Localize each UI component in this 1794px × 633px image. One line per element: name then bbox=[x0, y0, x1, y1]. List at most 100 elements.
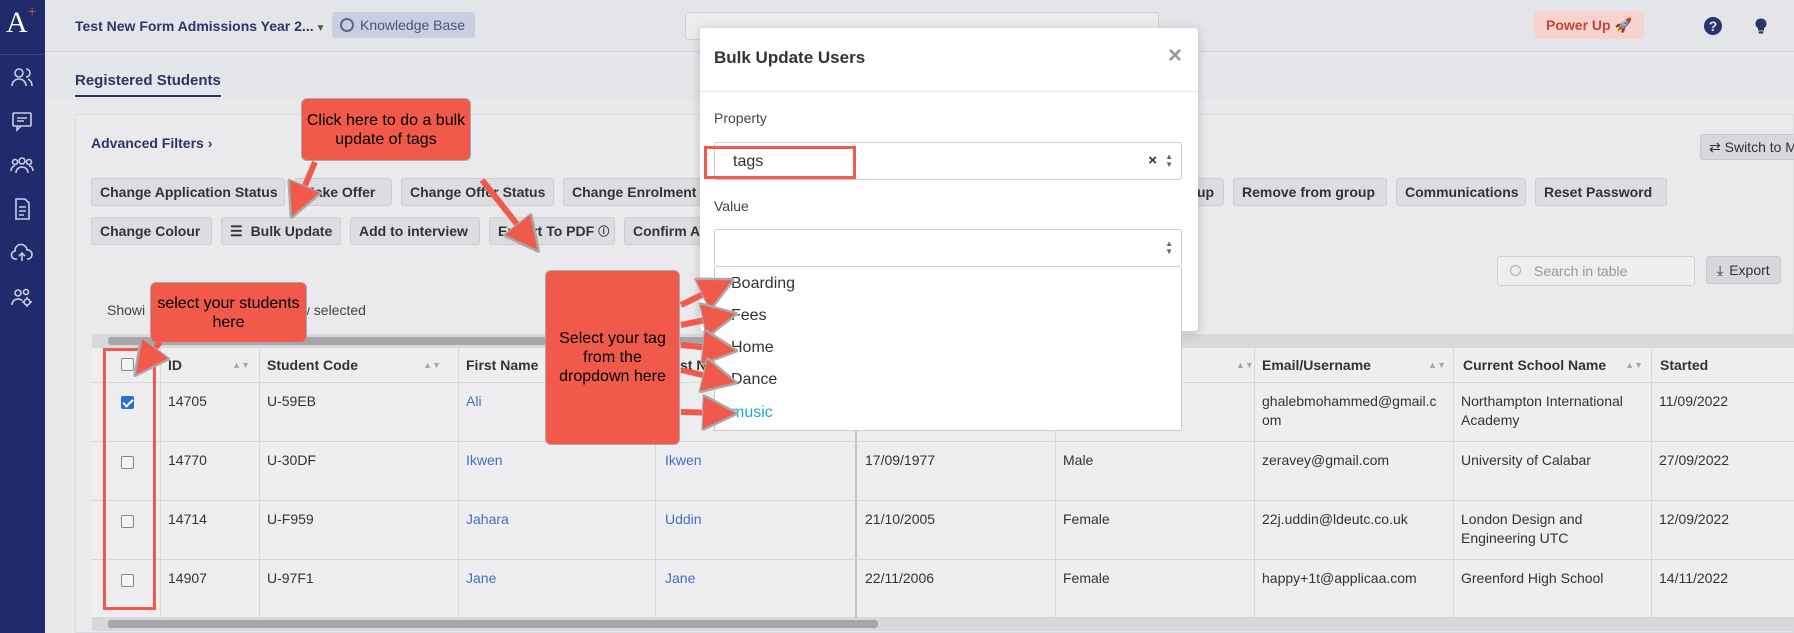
cell-email: zeravey@gmail.com bbox=[1262, 452, 1390, 468]
sidebar-divider bbox=[0, 54, 45, 55]
dropdown-option-fees[interactable]: Fees bbox=[731, 307, 767, 325]
cell-last-name[interactable]: Uddin bbox=[657, 510, 702, 529]
select-arrows-icon: ▲ ▼ bbox=[1165, 152, 1173, 169]
help-glyph: ? bbox=[1708, 18, 1718, 34]
form-selector[interactable]: Test New Form Admissions Year 2... ▼ bbox=[75, 18, 326, 34]
cell-gender: Male bbox=[1063, 452, 1094, 468]
change-offer-status-button[interactable]: Change Offer Status bbox=[401, 178, 554, 206]
help-icon[interactable]: ? bbox=[1704, 17, 1722, 35]
export-label: Export bbox=[1729, 262, 1770, 278]
cell-school: Northampton International Academy bbox=[1461, 393, 1623, 428]
cell-email: ghalebmohammed@gmail.c om bbox=[1262, 393, 1437, 428]
tag-dropdown-menu: Boarding Fees Home Dance music bbox=[714, 267, 1182, 431]
power-up-label: Power Up 🚀 bbox=[1546, 16, 1632, 33]
user-settings-icon[interactable] bbox=[6, 282, 38, 312]
dropdown-option-boarding[interactable]: Boarding bbox=[731, 275, 795, 293]
tab-registered-students[interactable]: Registered Students bbox=[75, 72, 221, 97]
download-icon: ⤓ bbox=[1717, 261, 1724, 278]
change-enrolment-button[interactable]: Change Enrolment bbox=[563, 178, 701, 206]
modal-title: Bulk Update Users bbox=[714, 48, 866, 67]
lightbulb-icon[interactable] bbox=[1750, 15, 1772, 37]
export-to-pdf-label: Export To PDF bbox=[498, 223, 595, 239]
chat-icon[interactable] bbox=[6, 106, 38, 136]
switch-view-button[interactable]: ⇄ Switch to M bbox=[1700, 134, 1794, 160]
list-icon: ☰ bbox=[230, 222, 243, 239]
table-search-placeholder: Search in table bbox=[1534, 263, 1628, 279]
modal-divider bbox=[700, 91, 1198, 92]
cell-first-name[interactable]: Ikwen bbox=[458, 451, 503, 470]
column-label: ID bbox=[168, 357, 182, 373]
reset-password-button[interactable]: Reset Password bbox=[1535, 178, 1667, 206]
make-offer-button[interactable]: Make Offer bbox=[294, 178, 392, 206]
power-up-button[interactable]: Power Up 🚀 bbox=[1534, 11, 1644, 39]
column-header-id[interactable]: ID ▲▼ bbox=[160, 348, 258, 382]
confirm-button[interactable]: Confirm A bbox=[624, 217, 704, 245]
document-icon[interactable] bbox=[6, 194, 38, 224]
export-button[interactable]: ⤓ Export bbox=[1706, 256, 1781, 284]
dropdown-option-home[interactable]: Home bbox=[731, 339, 774, 357]
advanced-filters-link[interactable]: Advanced Filters › bbox=[91, 135, 212, 151]
change-application-status-button[interactable]: Change Application Status bbox=[91, 178, 285, 206]
logo-letter: A bbox=[6, 6, 28, 39]
knowledge-base-button[interactable]: Knowledge Base bbox=[332, 12, 476, 38]
bulk-update-button[interactable]: ☰ Bulk Update bbox=[221, 217, 341, 245]
property-highlight-box bbox=[704, 146, 856, 179]
cell-started: 11/09/2022 bbox=[1659, 393, 1729, 409]
app-logo[interactable]: A+ bbox=[6, 4, 37, 40]
showing-count: Showi bbox=[107, 302, 146, 318]
cell-gender: Female bbox=[1063, 570, 1110, 586]
bulk-update-callout: Click here to do a bulk update of tags bbox=[301, 98, 471, 161]
cell-student-code: U-59EB bbox=[267, 393, 317, 409]
cell-id: 14770 bbox=[168, 452, 207, 468]
cell-first-name[interactable]: Jane bbox=[458, 569, 496, 588]
export-to-pdf-button[interactable]: Export To PDF ⓘ bbox=[489, 217, 615, 245]
chevron-right-icon: › bbox=[207, 135, 213, 151]
sidebar: A+ bbox=[0, 0, 45, 633]
add-to-interview-button[interactable]: Add to interview bbox=[350, 217, 480, 245]
column-label: st Na bbox=[680, 357, 715, 373]
lifebuoy-icon bbox=[340, 18, 354, 32]
value-select[interactable]: ▲ ▼ bbox=[714, 229, 1182, 267]
value-label: Value bbox=[714, 198, 749, 214]
cell-dob: 17/09/1977 bbox=[865, 452, 936, 468]
dropdown-option-music[interactable]: music bbox=[731, 404, 773, 422]
cell-email: 22j.uddin@ldeutc.co.uk bbox=[1262, 511, 1408, 527]
group-icon[interactable] bbox=[6, 150, 38, 180]
table-row[interactable] bbox=[92, 441, 1794, 500]
close-icon[interactable]: × bbox=[1168, 42, 1182, 70]
sort-icon: ▲▼ bbox=[232, 360, 250, 370]
cloud-upload-icon[interactable] bbox=[6, 238, 38, 268]
scroll-thumb[interactable] bbox=[108, 620, 878, 628]
info-icon: ⓘ bbox=[598, 226, 610, 238]
table-search-input[interactable]: Search in table bbox=[1497, 256, 1695, 286]
remove-from-group-button[interactable]: Remove from group bbox=[1233, 178, 1387, 206]
cell-student-code: U-F959 bbox=[267, 511, 314, 527]
communications-button[interactable]: Communications bbox=[1396, 178, 1526, 206]
cell-last-name[interactable]: Jane bbox=[657, 569, 695, 588]
search-icon bbox=[1510, 265, 1521, 276]
cell-school: Greenford High School bbox=[1461, 570, 1604, 586]
cell-last-name[interactable]: Ikwen bbox=[657, 451, 702, 470]
table-row[interactable] bbox=[92, 559, 1794, 617]
select-tag-callout: Select your tag from the dropdown here bbox=[545, 270, 680, 445]
cell-student-code: U-30DF bbox=[267, 452, 317, 468]
clear-icon[interactable]: × bbox=[1148, 152, 1157, 169]
users-icon[interactable] bbox=[6, 62, 38, 92]
change-colour-button[interactable]: Change Colour bbox=[91, 217, 212, 245]
dropdown-option-dance[interactable]: Dance bbox=[731, 371, 777, 389]
column-header-student-code[interactable]: Student Code ▲▼ bbox=[259, 348, 449, 382]
checkbox-column-highlight bbox=[103, 348, 156, 610]
cell-first-name[interactable]: Jahara bbox=[458, 510, 509, 529]
knowledge-base-label: Knowledge Base bbox=[360, 17, 466, 33]
cell-started: 12/09/2022 bbox=[1659, 511, 1730, 527]
select-students-callout: select your students here bbox=[150, 282, 307, 343]
cell-first-name[interactable]: Ali bbox=[458, 392, 482, 411]
table-scrollbar-bottom[interactable] bbox=[92, 617, 1794, 631]
cell-started: 27/09/2022 bbox=[1659, 452, 1730, 468]
cell-gender: Female bbox=[1063, 511, 1110, 527]
column-label: First Name bbox=[466, 357, 539, 373]
logo-plus: + bbox=[27, 4, 37, 21]
column-label: Student Code bbox=[267, 357, 358, 373]
sort-icon: ▲▼ bbox=[423, 360, 441, 370]
cell-id: 14907 bbox=[168, 570, 207, 586]
